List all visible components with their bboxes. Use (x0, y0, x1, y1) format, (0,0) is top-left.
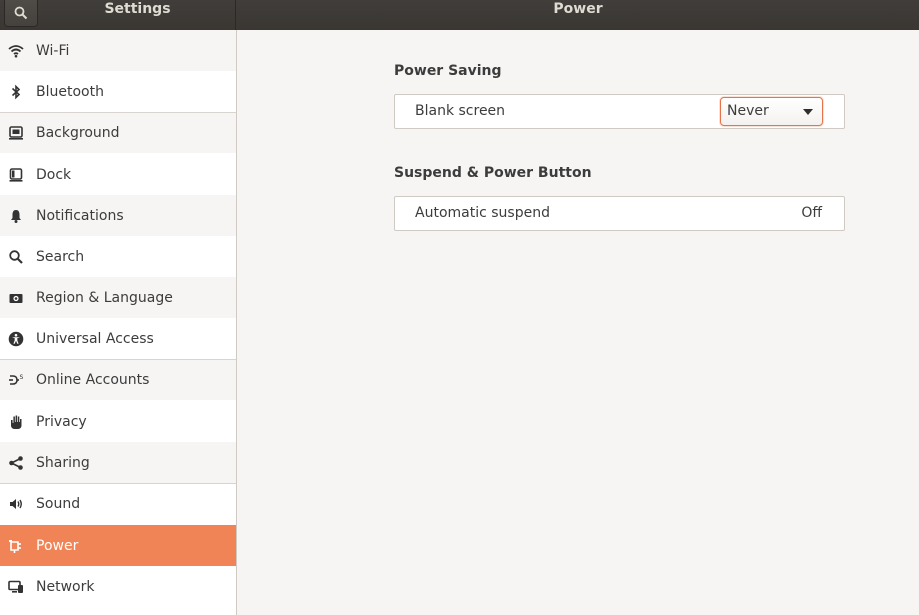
power-plug-icon (8, 538, 24, 554)
automatic-suspend-label[interactable]: Automatic suspend (415, 197, 550, 230)
sidebar-header: Settings (0, 0, 236, 30)
power-saving-list: Blank screen Never (394, 94, 845, 129)
sidebar: Wi-Fi Bluetooth Background Dock Notifica… (0, 30, 236, 615)
sidebar-item-label: Region & Language (36, 289, 173, 306)
panel-title: Power (553, 1, 603, 17)
background-icon (8, 125, 24, 141)
sidebar-item-label: Universal Access (36, 330, 154, 347)
accessibility-icon (8, 331, 24, 347)
wifi-icon (8, 43, 24, 59)
blank-screen-value: Never (727, 103, 769, 119)
sidebar-item-sound[interactable]: Sound (0, 483, 236, 524)
sidebar-item-wifi[interactable]: Wi-Fi (0, 30, 236, 71)
blank-screen-dropdown[interactable]: Never (720, 97, 823, 126)
bluetooth-icon (8, 84, 24, 100)
suspend-list: Automatic suspend Off (394, 196, 845, 231)
sidebar-item-bluetooth[interactable]: Bluetooth (0, 71, 236, 112)
camera-icon (8, 290, 24, 306)
app-title: Settings (104, 1, 171, 17)
sidebar-item-label: Network (36, 578, 95, 595)
speaker-icon (8, 496, 24, 512)
sidebar-item-online-accounts[interactable]: S Online Accounts (0, 359, 236, 400)
sidebar-item-dock[interactable]: Dock (0, 154, 236, 195)
share-icon (8, 455, 24, 471)
blank-screen-label: Blank screen (415, 103, 506, 119)
sidebar-item-label: Online Accounts (36, 372, 150, 388)
sidebar-item-label: Notifications (36, 207, 124, 224)
sidebar-item-background[interactable]: Background (0, 112, 236, 153)
sidebar-item-label: Background (36, 125, 120, 141)
sidebar-item-label: Dock (36, 166, 72, 183)
chevron-down-icon (803, 109, 813, 115)
sidebar-item-network[interactable]: Network (0, 566, 236, 607)
sidebar-item-sharing[interactable]: Sharing (0, 442, 236, 483)
sidebar-item-power[interactable]: Power (0, 525, 236, 566)
search-icon (14, 6, 28, 20)
hand-icon (8, 414, 24, 430)
online-accounts-icon: S (8, 372, 24, 388)
sidebar-item-label: Privacy (36, 413, 87, 430)
sidebar-item-label: Power (36, 537, 79, 554)
svg-text:S: S (20, 374, 24, 381)
dock-icon (8, 167, 24, 183)
search-icon (8, 249, 24, 265)
sidebar-item-notifications[interactable]: Notifications (0, 195, 236, 236)
sidebar-item-privacy[interactable]: Privacy (0, 401, 236, 442)
automatic-suspend-value: Off (801, 205, 822, 221)
header-bar: Settings Power (0, 0, 919, 30)
sidebar-item-label: Wi-Fi (36, 42, 70, 59)
power-panel: Power Saving Blank screen Never Suspend … (237, 30, 919, 615)
sidebar-item-label: Sharing (36, 454, 90, 471)
bell-icon (8, 208, 24, 224)
section-title-suspend: Suspend & Power Button (394, 165, 592, 181)
search-button[interactable] (4, 0, 38, 27)
sidebar-item-label: Sound (36, 496, 81, 512)
sidebar-item-universal-access[interactable]: Universal Access (0, 318, 236, 359)
network-icon (8, 579, 24, 595)
sidebar-item-label: Search (36, 248, 85, 265)
sidebar-item-search[interactable]: Search (0, 236, 236, 277)
section-title-power-saving: Power Saving (394, 63, 502, 79)
sidebar-item-label: Bluetooth (36, 83, 104, 100)
sidebar-item-region-language[interactable]: Region & Language (0, 277, 236, 318)
